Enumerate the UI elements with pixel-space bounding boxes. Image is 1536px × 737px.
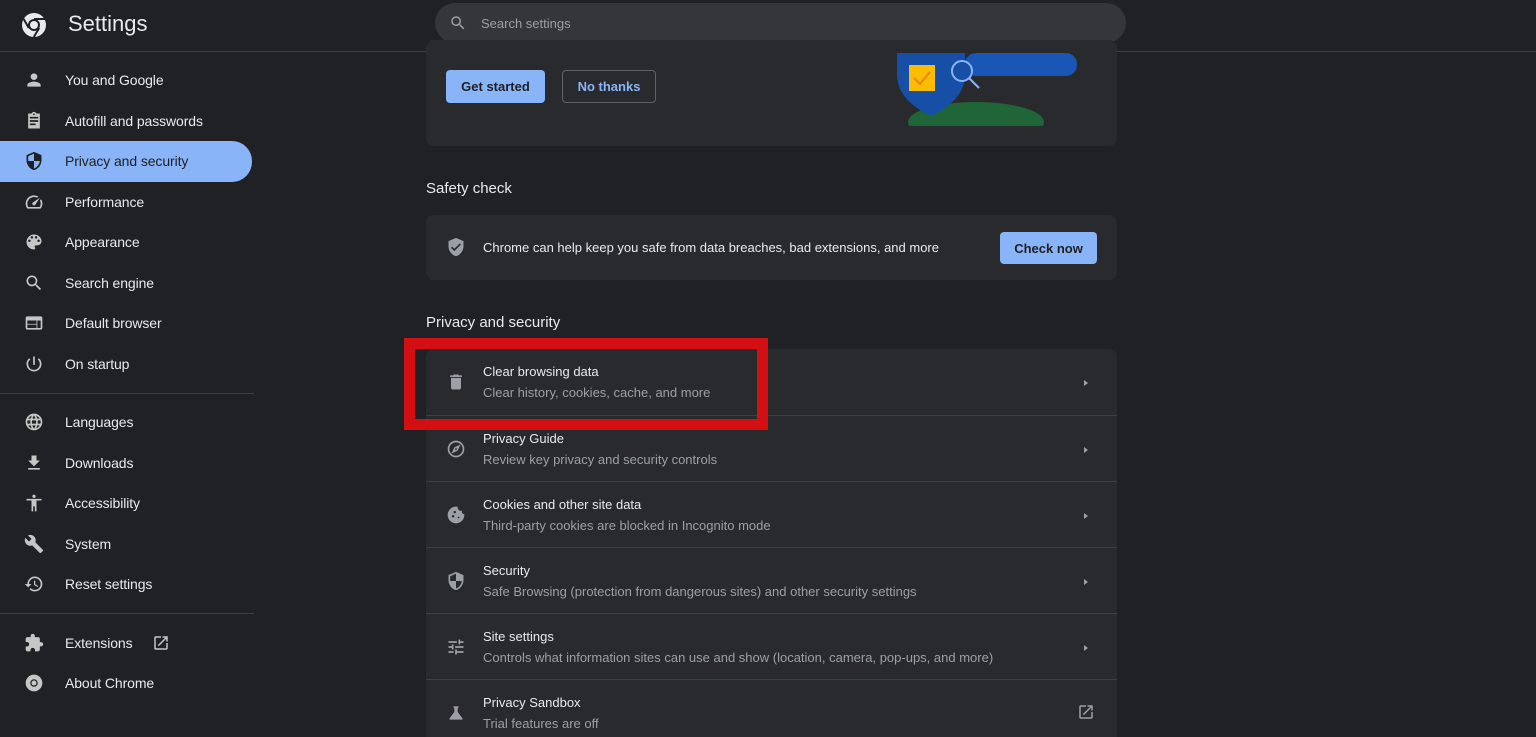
row-title: Cookies and other site data	[483, 497, 642, 512]
sidebar-item-label: Appearance	[65, 234, 140, 251]
flask-icon	[446, 703, 466, 723]
palette-icon	[24, 232, 44, 252]
globe-icon	[24, 412, 44, 432]
sidebar-item-appearance[interactable]: Appearance	[0, 222, 252, 263]
sidebar-item-on-startup[interactable]: On startup	[0, 344, 252, 385]
sidebar-item-label: You and Google	[65, 72, 164, 89]
chevron-right-icon	[1081, 376, 1091, 388]
chevron-right-icon	[1081, 575, 1091, 587]
sidebar-item-label: On startup	[65, 355, 130, 372]
tune-icon	[446, 637, 466, 657]
sidebar-item-label: Privacy and security	[65, 153, 189, 170]
shield-icon	[24, 151, 44, 171]
sidebar-item-extensions[interactable]: Extensions	[0, 623, 252, 664]
privacy-settings-list: Clear browsing data Clear history, cooki…	[426, 349, 1117, 737]
download-icon	[24, 453, 44, 473]
sidebar-item-label: Search engine	[65, 274, 154, 291]
search-icon	[449, 14, 467, 32]
chevron-right-icon	[1081, 509, 1091, 521]
sidebar-item-reset[interactable]: Reset settings	[0, 564, 252, 605]
sidebar-item-label: Autofill and passwords	[65, 112, 203, 129]
safety-check-heading: Safety check	[426, 180, 512, 197]
sidebar-item-you-and-google[interactable]: You and Google	[0, 60, 252, 101]
puzzle-icon	[24, 633, 44, 653]
sidebar-divider	[0, 392, 254, 394]
row-subtitle: Clear history, cookies, cache, and more	[483, 385, 711, 400]
search-input[interactable]	[481, 3, 1101, 43]
sidebar-item-default-browser[interactable]: Default browser	[0, 303, 252, 344]
sidebar-nav: You and Google Autofill and passwords Pr…	[0, 60, 256, 704]
row-title: Security	[483, 563, 530, 578]
sidebar-item-accessibility[interactable]: Accessibility	[0, 483, 252, 524]
row-subtitle: Safe Browsing (protection from dangerous…	[483, 584, 917, 599]
trash-icon	[446, 372, 466, 392]
row-title: Clear browsing data	[483, 364, 599, 379]
row-subtitle: Review key privacy and security controls	[483, 452, 718, 467]
sidebar-item-about-chrome[interactable]: About Chrome	[0, 663, 252, 704]
privacy-promo-card: Get started No thanks	[426, 40, 1117, 146]
sidebar-item-label: Downloads	[65, 454, 134, 471]
sidebar-item-label: Performance	[65, 193, 145, 210]
sidebar-item-performance[interactable]: Performance	[0, 182, 252, 223]
safety-check-description: Chrome can help keep you safe from data …	[483, 240, 939, 255]
speedometer-icon	[24, 192, 44, 212]
cookie-icon	[446, 505, 466, 525]
row-subtitle: Third-party cookies are blocked in Incog…	[483, 518, 771, 533]
sidebar-item-languages[interactable]: Languages	[0, 402, 252, 443]
history-icon	[24, 574, 44, 594]
sidebar-item-downloads[interactable]: Downloads	[0, 443, 252, 484]
privacy-section-heading: Privacy and security	[426, 314, 561, 331]
chevron-right-icon	[1081, 443, 1091, 455]
accessibility-icon	[24, 493, 44, 513]
row-title: Site settings	[483, 629, 554, 644]
browser-icon	[24, 313, 44, 333]
sidebar-item-label: Languages	[65, 414, 134, 431]
clipboard-icon	[24, 111, 44, 131]
sidebar-item-label: Default browser	[65, 315, 162, 332]
open-in-new-icon	[1077, 703, 1095, 721]
row-title: Privacy Sandbox	[483, 695, 581, 710]
privacy-guide-row[interactable]: Privacy Guide Review key privacy and sec…	[426, 415, 1117, 481]
sidebar-item-system[interactable]: System	[0, 524, 252, 565]
site-settings-row[interactable]: Site settings Controls what information …	[426, 613, 1117, 679]
sidebar-item-label: Extensions	[65, 634, 133, 651]
compass-icon	[446, 439, 466, 459]
power-icon	[24, 354, 44, 374]
chevron-right-icon	[1081, 641, 1091, 653]
person-icon	[24, 70, 44, 90]
sidebar-item-label: About Chrome	[65, 675, 155, 692]
clear-browsing-data-row[interactable]: Clear browsing data Clear history, cooki…	[426, 349, 1117, 415]
sidebar-item-autofill[interactable]: Autofill and passwords	[0, 101, 252, 142]
shield-check-icon	[446, 237, 466, 257]
sidebar-item-label: Accessibility	[65, 495, 140, 512]
chrome-icon	[24, 673, 44, 693]
row-subtitle: Controls what information sites can use …	[483, 650, 994, 665]
row-title: Privacy Guide	[483, 431, 564, 446]
cookies-row[interactable]: Cookies and other site data Third-party …	[426, 481, 1117, 547]
no-thanks-button[interactable]: No thanks	[562, 70, 656, 103]
row-subtitle: Trial features are off	[483, 716, 599, 731]
wrench-icon	[24, 534, 44, 554]
open-in-new-icon	[152, 634, 170, 652]
sidebar-divider	[0, 613, 254, 614]
sidebar-item-search-engine[interactable]: Search engine	[0, 263, 252, 304]
chrome-logo-icon	[21, 12, 47, 38]
check-now-button[interactable]: Check now	[1000, 232, 1097, 264]
safety-check-card: Chrome can help keep you safe from data …	[426, 215, 1117, 280]
search-bar[interactable]	[435, 3, 1126, 43]
sidebar-item-label: Reset settings	[65, 576, 153, 593]
page-title: Settings	[68, 11, 148, 36]
security-row[interactable]: Security Safe Browsing (protection from …	[426, 547, 1117, 613]
shield-icon	[446, 571, 466, 591]
privacy-illustration	[897, 53, 1077, 126]
search-icon	[24, 273, 44, 293]
privacy-sandbox-row[interactable]: Privacy Sandbox Trial features are off	[426, 679, 1117, 737]
get-started-button[interactable]: Get started	[446, 70, 545, 103]
sidebar-item-privacy[interactable]: Privacy and security	[0, 141, 252, 182]
sidebar-item-label: System	[65, 535, 112, 552]
